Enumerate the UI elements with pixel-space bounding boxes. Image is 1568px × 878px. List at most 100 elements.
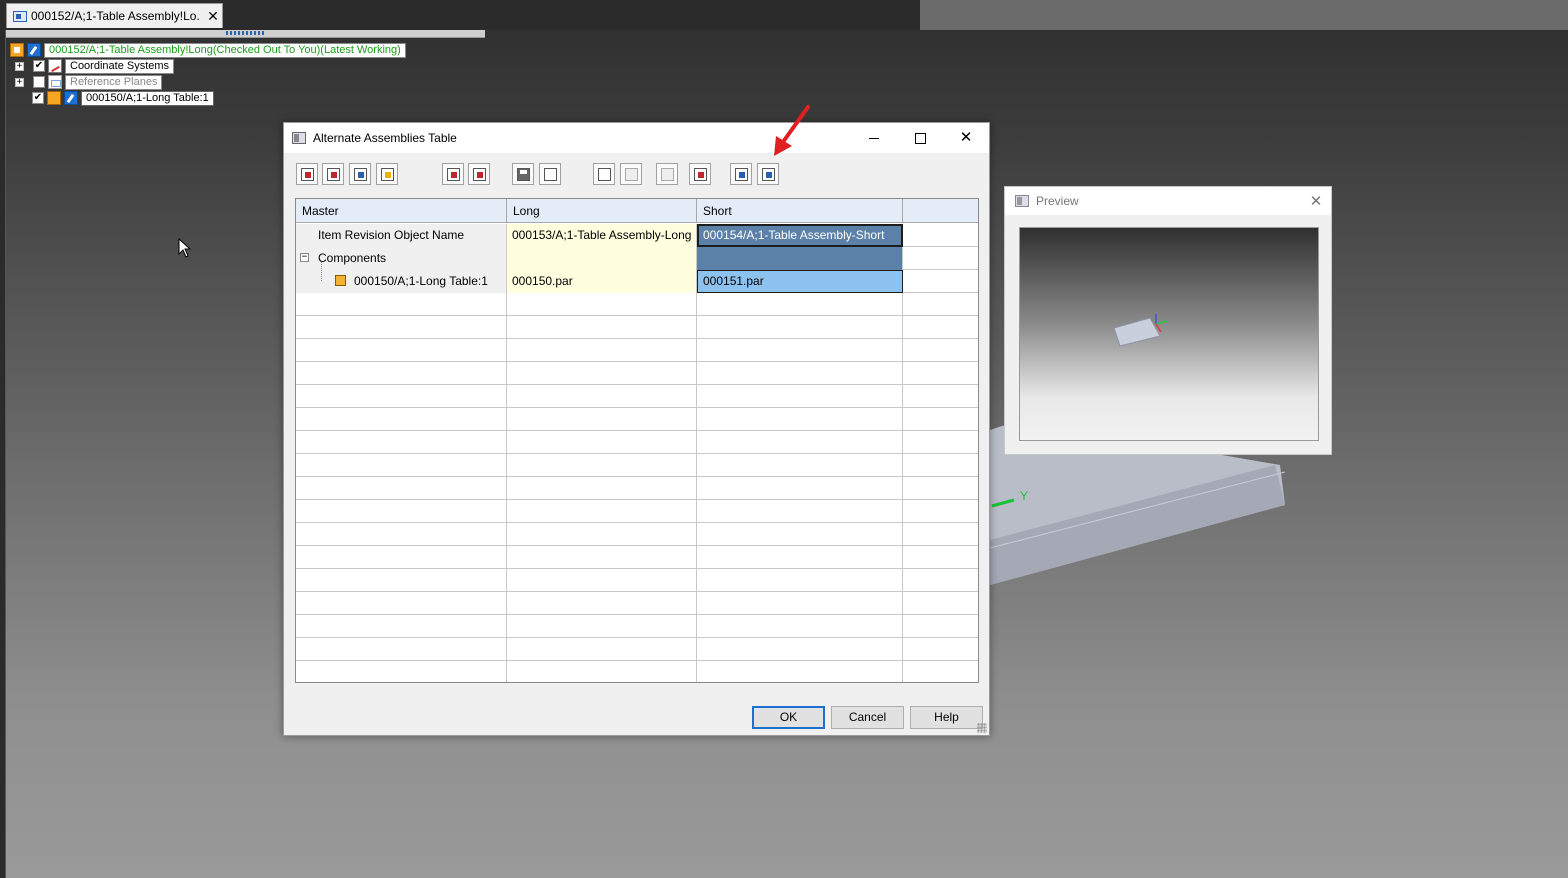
- empty-grid-cell[interactable]: [697, 454, 903, 477]
- empty-grid-cell[interactable]: [507, 477, 697, 500]
- display-members-button[interactable]: [730, 163, 752, 185]
- empty-grid-cell[interactable]: [697, 523, 903, 546]
- empty-grid-cell[interactable]: [697, 339, 903, 362]
- delete-member-button[interactable]: [322, 163, 344, 185]
- paste-button[interactable]: [620, 163, 642, 185]
- tree-item-label[interactable]: Reference Planes: [65, 74, 163, 90]
- column-header-long[interactable]: Long: [507, 199, 697, 223]
- empty-grid-cell[interactable]: [697, 546, 903, 569]
- column-header-short[interactable]: Short: [697, 199, 903, 223]
- tree-root-label[interactable]: 000152/A;1-Table Assembly!Long(Checked O…: [44, 42, 406, 58]
- empty-grid-cell[interactable]: [903, 224, 978, 247]
- empty-grid-cell[interactable]: [903, 661, 978, 682]
- empty-grid-cell[interactable]: [697, 615, 903, 638]
- empty-grid-cell[interactable]: [697, 638, 903, 661]
- empty-grid-cell[interactable]: [697, 408, 903, 431]
- empty-grid-cell[interactable]: [903, 569, 978, 592]
- empty-grid-cell[interactable]: [903, 638, 978, 661]
- add-occurrence-button[interactable]: [442, 163, 464, 185]
- empty-grid-cell[interactable]: [507, 339, 697, 362]
- empty-grid-cell[interactable]: [507, 546, 697, 569]
- pathfinder-grip[interactable]: [226, 31, 266, 35]
- empty-grid-cell[interactable]: [507, 454, 697, 477]
- expand-icon[interactable]: +: [15, 61, 24, 71]
- activate-button[interactable]: [468, 163, 490, 185]
- empty-grid-cell[interactable]: [296, 661, 507, 682]
- empty-grid-cell[interactable]: [697, 316, 903, 339]
- empty-grid-cell[interactable]: [296, 615, 507, 638]
- empty-grid-cell[interactable]: [697, 592, 903, 615]
- empty-grid-cell[interactable]: [697, 431, 903, 454]
- empty-grid-cell[interactable]: [903, 615, 978, 638]
- empty-grid-cell[interactable]: [507, 362, 697, 385]
- empty-grid-cell[interactable]: [903, 408, 978, 431]
- empty-grid-cell[interactable]: [903, 316, 978, 339]
- row-short-cell[interactable]: 000154/A;1-Table Assembly-Short: [697, 224, 903, 247]
- empty-grid-cell[interactable]: [296, 477, 507, 500]
- empty-grid-cell[interactable]: [903, 523, 978, 546]
- populate-button[interactable]: [757, 163, 779, 185]
- close-tab-icon[interactable]: ✕: [204, 8, 222, 25]
- expand-icon[interactable]: +: [15, 77, 24, 87]
- help-button[interactable]: Help: [910, 706, 983, 729]
- empty-grid-cell[interactable]: [296, 339, 507, 362]
- empty-grid-cell[interactable]: [296, 546, 507, 569]
- empty-grid-cell[interactable]: [296, 293, 507, 316]
- empty-grid-cell[interactable]: [507, 431, 697, 454]
- row-short-cell[interactable]: [697, 247, 903, 270]
- empty-grid-cell[interactable]: [507, 293, 697, 316]
- empty-grid-cell[interactable]: [296, 454, 507, 477]
- empty-grid-cell[interactable]: [697, 477, 903, 500]
- copy-button[interactable]: [593, 163, 615, 185]
- tree-item-label[interactable]: Coordinate Systems: [65, 58, 175, 74]
- empty-grid-cell[interactable]: [903, 362, 978, 385]
- edit-member-button[interactable]: [376, 163, 398, 185]
- row-long-cell[interactable]: [507, 247, 697, 270]
- empty-grid-cell[interactable]: [296, 362, 507, 385]
- collapse-icon[interactable]: −: [300, 253, 309, 262]
- empty-grid-cell[interactable]: [903, 454, 978, 477]
- tree-root-row[interactable]: 000152/A;1-Table Assembly!Long(Checked O…: [10, 42, 406, 58]
- row-long-cell[interactable]: 000153/A;1-Table Assembly-Long: [507, 224, 697, 247]
- empty-grid-cell[interactable]: [507, 385, 697, 408]
- empty-grid-cell[interactable]: [507, 408, 697, 431]
- empty-grid-cell[interactable]: [697, 362, 903, 385]
- print-button[interactable]: [539, 163, 561, 185]
- preview-viewport[interactable]: [1019, 227, 1319, 441]
- document-tab[interactable]: 000152/A;1-Table Assembly!Lo... ✕: [6, 3, 223, 28]
- close-button[interactable]: ✕: [943, 123, 989, 153]
- visibility-checkbox[interactable]: [33, 76, 45, 88]
- empty-grid-cell[interactable]: [296, 431, 507, 454]
- visibility-checkbox[interactable]: ✔: [33, 60, 45, 72]
- empty-grid-cell[interactable]: [903, 477, 978, 500]
- empty-grid-cell[interactable]: [697, 569, 903, 592]
- empty-grid-cell[interactable]: [903, 592, 978, 615]
- empty-grid-cell[interactable]: [697, 661, 903, 682]
- empty-grid-cell[interactable]: [507, 500, 697, 523]
- save-button[interactable]: [512, 163, 534, 185]
- empty-grid-cell[interactable]: [903, 247, 978, 270]
- replace-button[interactable]: [689, 163, 711, 185]
- resize-grip[interactable]: [977, 723, 987, 733]
- empty-grid-cell[interactable]: [697, 385, 903, 408]
- preview-title-bar[interactable]: Preview ✕: [1005, 187, 1331, 215]
- empty-grid-cell[interactable]: [296, 385, 507, 408]
- tree-item-label[interactable]: 000150/A;1-Long Table:1: [81, 90, 214, 106]
- component-master-cell[interactable]: 000150/A;1-Long Table:1: [296, 270, 507, 293]
- column-header-master[interactable]: Master: [296, 199, 507, 223]
- empty-grid-cell[interactable]: [697, 293, 903, 316]
- tree-item-coordinate-systems[interactable]: + ✔ Coordinate Systems: [15, 58, 175, 74]
- empty-grid-cell[interactable]: [507, 523, 697, 546]
- empty-grid-cell[interactable]: [507, 569, 697, 592]
- minimize-button[interactable]: [851, 123, 897, 153]
- empty-grid-cell[interactable]: [507, 615, 697, 638]
- row-short-cell[interactable]: 000151.par: [697, 270, 903, 293]
- dialog-title-bar[interactable]: Alternate Assemblies Table ✕: [284, 123, 989, 153]
- empty-grid-cell[interactable]: [507, 316, 697, 339]
- tree-item-long-table[interactable]: ✔ 000150/A;1-Long Table:1: [32, 90, 214, 106]
- empty-grid-cell[interactable]: [903, 270, 978, 293]
- maximize-button[interactable]: [897, 123, 943, 153]
- empty-grid-cell[interactable]: [296, 408, 507, 431]
- pathfinder-title-bar[interactable]: [6, 30, 485, 38]
- empty-grid-cell[interactable]: [903, 431, 978, 454]
